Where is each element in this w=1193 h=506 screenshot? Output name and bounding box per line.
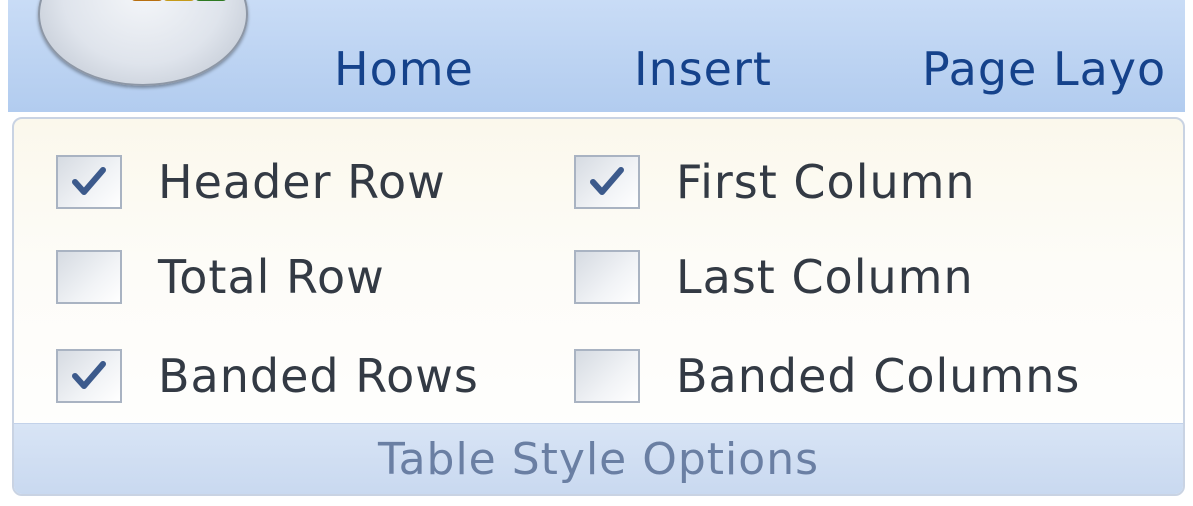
tab-home[interactable]: Home [334, 42, 474, 96]
total-row-label: Total Row [158, 250, 385, 304]
last-column-checkbox[interactable] [574, 250, 640, 304]
banded-rows-label: Banded Rows [158, 349, 479, 403]
checkmark-icon [72, 167, 106, 195]
ribbon-tab-bar: Home Insert Page Layo [8, 0, 1185, 112]
first-column-label: First Column [676, 155, 976, 209]
tab-page-layout[interactable]: Page Layo [922, 42, 1166, 96]
tab-insert[interactable]: Insert [634, 42, 772, 96]
group-footer: Table Style Options [14, 423, 1183, 494]
header-row-label: Header Row [158, 155, 446, 209]
option-total-row[interactable]: Total Row [56, 247, 385, 307]
option-first-column[interactable]: First Column [574, 152, 976, 212]
banded-rows-checkbox[interactable] [56, 349, 122, 403]
office-logo-icon [132, 0, 226, 1]
option-banded-columns[interactable]: Banded Columns [574, 346, 1080, 406]
first-column-checkbox[interactable] [574, 155, 640, 209]
total-row-checkbox[interactable] [56, 250, 122, 304]
option-header-row[interactable]: Header Row [56, 152, 446, 212]
option-last-column[interactable]: Last Column [574, 247, 974, 307]
checkmark-icon [590, 167, 624, 195]
group-title: Table Style Options [377, 433, 820, 485]
table-style-options-group: Header Row First Column Total Row Last C… [12, 117, 1185, 496]
banded-columns-label: Banded Columns [676, 349, 1081, 403]
banded-columns-checkbox[interactable] [574, 349, 640, 403]
office-button[interactable] [38, 0, 248, 86]
last-column-label: Last Column [676, 250, 974, 304]
checkmark-icon [72, 361, 106, 389]
option-banded-rows[interactable]: Banded Rows [56, 346, 479, 406]
header-row-checkbox[interactable] [56, 155, 122, 209]
